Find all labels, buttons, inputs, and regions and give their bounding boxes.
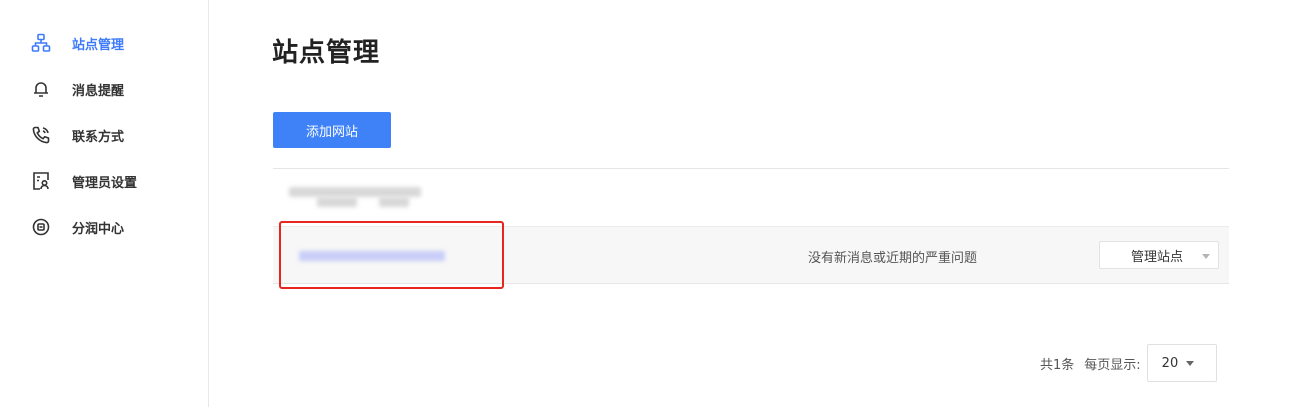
per-page-label: 每页显示: bbox=[1084, 357, 1141, 373]
admin-user-icon bbox=[30, 170, 52, 192]
manage-site-label: 管理站点 bbox=[1131, 249, 1184, 265]
site-status-text: 没有新消息或近期的严重问题 bbox=[808, 251, 978, 266]
pagination: 共1条 每页显示: 20 bbox=[1040, 344, 1217, 382]
total-count: 共1条 bbox=[1040, 357, 1075, 373]
page-size-value: 20 bbox=[1161, 355, 1179, 371]
sidebar-item-revenue-center[interactable]: 分润中心 bbox=[30, 212, 200, 242]
sidebar-item-label: 联系方式 bbox=[72, 129, 125, 145]
site-structure-icon bbox=[30, 32, 52, 54]
sidebar-item-notifications[interactable]: 消息提醒 bbox=[30, 74, 200, 104]
caret-down-icon bbox=[1185, 361, 1194, 366]
bell-icon bbox=[30, 78, 52, 100]
sidebar-item-label: 管理员设置 bbox=[72, 175, 138, 191]
blurred-group-name bbox=[289, 187, 421, 207]
sidebar-item-label: 分润中心 bbox=[72, 221, 125, 237]
page-title: 站点管理 bbox=[272, 38, 381, 68]
sidebar-item-admin-settings[interactable]: 管理员设置 bbox=[30, 166, 200, 196]
manage-site-dropdown[interactable]: 管理站点 bbox=[1099, 241, 1219, 269]
sidebar-item-contact[interactable]: 联系方式 bbox=[30, 120, 200, 150]
blurred-site-url[interactable] bbox=[299, 249, 445, 263]
add-website-button[interactable]: 添加网站 bbox=[273, 112, 391, 148]
caret-down-icon bbox=[1202, 254, 1210, 259]
table-row: 没有新消息或近期的严重问题 管理站点 bbox=[273, 226, 1229, 284]
sidebar: 站点管理 消息提醒 联系方式 管理员设置 分润中心 bbox=[0, 0, 209, 407]
page-size-select[interactable]: 20 bbox=[1146, 344, 1217, 382]
site-group-header bbox=[273, 169, 1229, 226]
revenue-share-icon bbox=[30, 216, 52, 238]
sidebar-item-label: 站点管理 bbox=[72, 37, 125, 53]
sidebar-item-label: 消息提醒 bbox=[72, 83, 125, 99]
phone-icon bbox=[30, 124, 52, 146]
sidebar-item-site-management[interactable]: 站点管理 bbox=[30, 28, 200, 58]
